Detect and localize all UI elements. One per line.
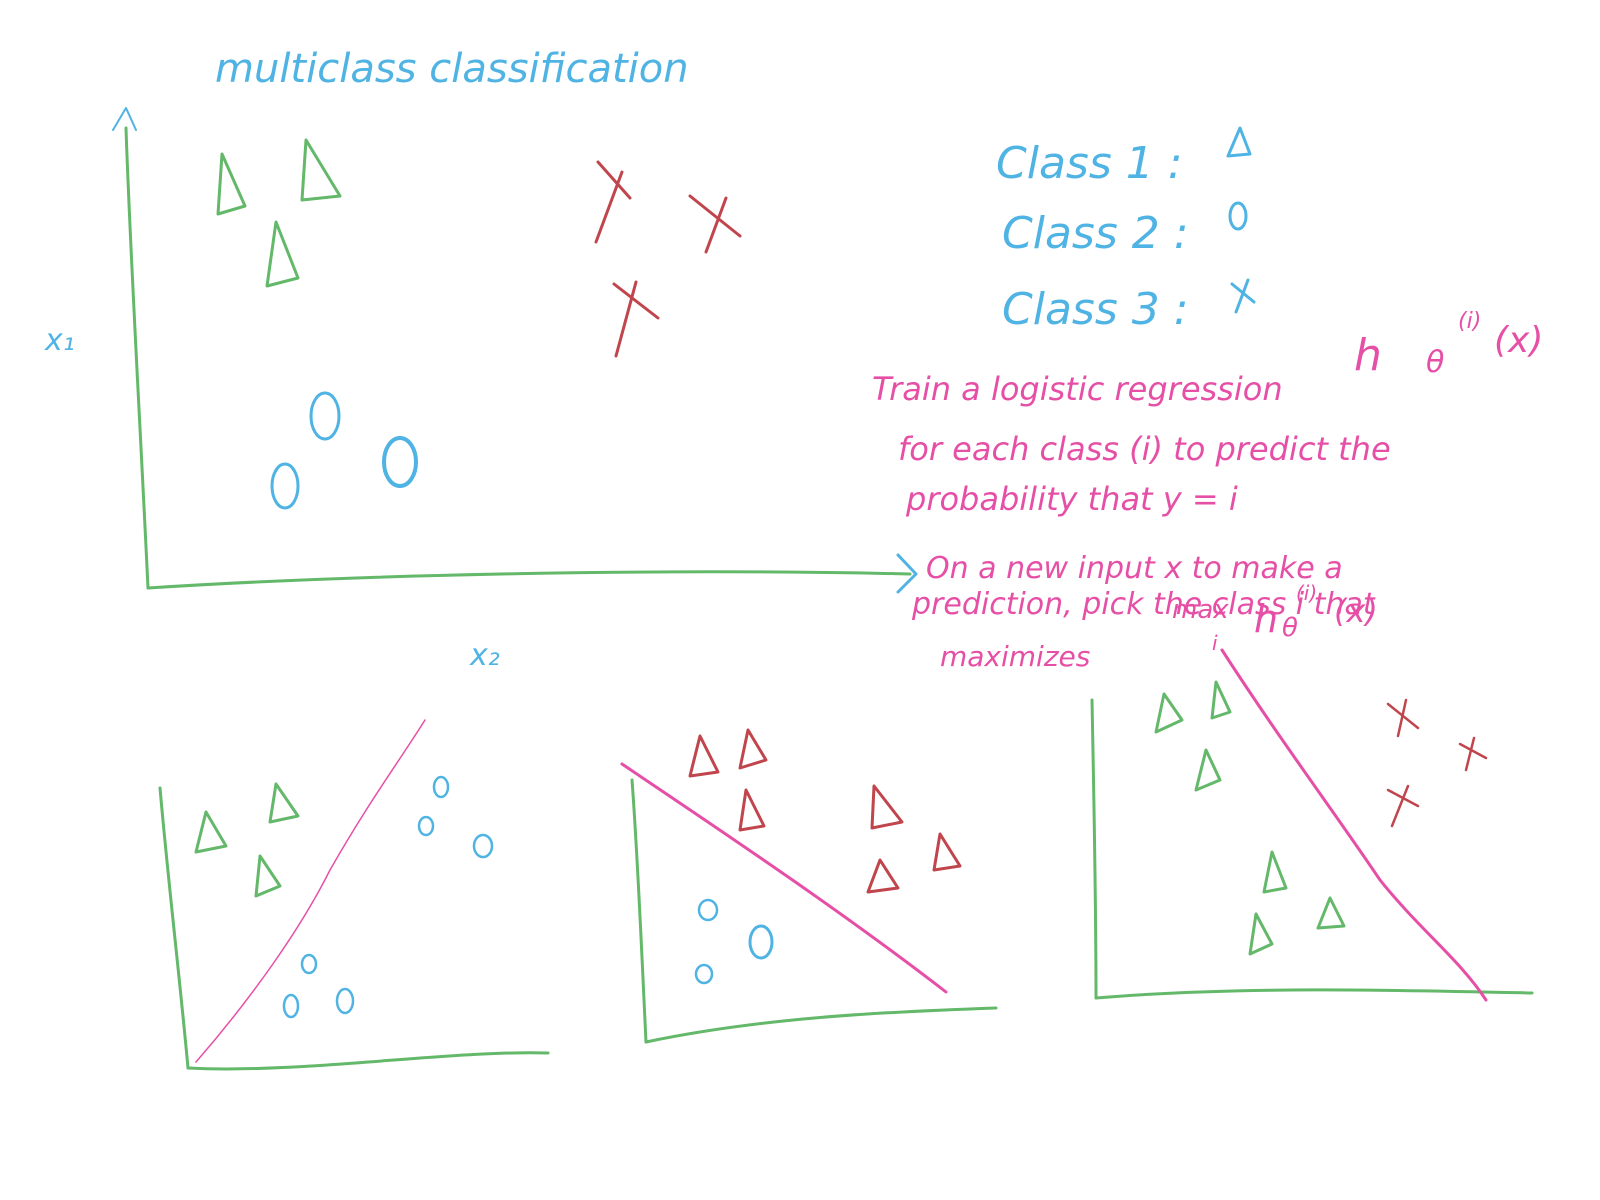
circle-icon bbox=[694, 963, 714, 985]
x-axis bbox=[146, 570, 912, 590]
legend-class-2: Class 2 : bbox=[1002, 208, 1189, 259]
x-axis-label: x₂ bbox=[469, 638, 500, 673]
x-axis bbox=[186, 1051, 550, 1071]
triangle-icon bbox=[932, 832, 962, 872]
circle-icon bbox=[382, 436, 418, 488]
triangle-icon bbox=[1248, 912, 1274, 956]
triangle-icon bbox=[194, 810, 228, 854]
circle-icon bbox=[270, 462, 300, 510]
triangle-icon bbox=[1262, 850, 1288, 894]
triangle-icon bbox=[870, 784, 904, 830]
circle-icon bbox=[300, 953, 318, 975]
hypothesis-theta: θ bbox=[1426, 345, 1444, 380]
subplot-2 bbox=[620, 728, 998, 1044]
cross-icon bbox=[1386, 698, 1420, 738]
cross-icon bbox=[594, 160, 632, 244]
legend-class-1: Class 1 : bbox=[996, 138, 1183, 189]
circle-icon bbox=[748, 924, 774, 960]
note-line-6: maximizes bbox=[940, 640, 1090, 673]
triangle-icon bbox=[265, 220, 300, 288]
hypothesis-h: h bbox=[1354, 330, 1382, 381]
main-plot: x₁ x₂ bbox=[44, 107, 918, 673]
triangle-icon bbox=[738, 728, 768, 770]
y-axis bbox=[630, 778, 648, 1044]
circle-icon bbox=[432, 775, 450, 799]
triangle-icon bbox=[1194, 748, 1222, 792]
triangle-icon bbox=[738, 788, 766, 832]
cross-icon bbox=[1458, 736, 1488, 772]
triangle-icon bbox=[216, 152, 247, 216]
subplot-3 bbox=[1090, 648, 1534, 1002]
x-axis bbox=[1094, 988, 1534, 1000]
hypothesis-superscript: (i) bbox=[1458, 309, 1481, 334]
max-hypothesis-superscript: (i) bbox=[1296, 581, 1317, 605]
x-axis bbox=[644, 1006, 998, 1044]
triangle-icon bbox=[688, 734, 720, 778]
notes: Train a logistic regression h θ (i) (x) … bbox=[872, 309, 1543, 673]
max-subscript: i bbox=[1212, 631, 1218, 655]
circle-icon bbox=[282, 993, 300, 1019]
circle-icon bbox=[417, 815, 435, 837]
circle-icon bbox=[697, 898, 719, 922]
triangle-icon bbox=[254, 854, 282, 898]
max-hypothesis-argument: (x) bbox=[1334, 592, 1378, 630]
legend: Class 1 : Class 2 : Class 3 : bbox=[996, 126, 1256, 335]
legend-class-3: Class 3 : bbox=[1002, 284, 1189, 335]
note-line-3: probability that y = i bbox=[905, 480, 1238, 518]
triangle-icon bbox=[866, 858, 900, 894]
triangle-icon bbox=[1226, 126, 1252, 158]
max-operator: max bbox=[1172, 595, 1229, 625]
note-line-1: Train a logistic regression bbox=[872, 370, 1283, 408]
diagram-title: multiclass classification bbox=[215, 46, 689, 92]
hypothesis-argument: (x) bbox=[1494, 320, 1543, 361]
decision-boundary bbox=[195, 719, 426, 1063]
triangle-icon bbox=[1316, 896, 1346, 930]
triangle-icon bbox=[1154, 692, 1184, 734]
y-axis bbox=[1090, 698, 1098, 1000]
cross-icon bbox=[612, 280, 660, 358]
triangle-icon bbox=[300, 138, 342, 202]
cross-icon bbox=[688, 194, 742, 254]
max-hypothesis-h: h bbox=[1254, 597, 1278, 641]
y-axis bbox=[158, 786, 190, 1070]
circle-icon bbox=[1228, 201, 1248, 231]
whiteboard: multiclass classification x₁ x₂ Class 1 … bbox=[44, 46, 1543, 1071]
subplot-1 bbox=[158, 719, 550, 1071]
circle-icon bbox=[472, 833, 494, 859]
y-axis-arrow-icon bbox=[112, 107, 137, 131]
max-hypothesis-theta: θ bbox=[1282, 613, 1298, 643]
y-axis-label: x₁ bbox=[44, 323, 75, 358]
cross-icon bbox=[1230, 278, 1256, 314]
decision-boundary bbox=[620, 762, 948, 994]
circle-icon bbox=[309, 391, 341, 441]
note-line-2: for each class (i) to predict the bbox=[898, 430, 1391, 468]
y-axis bbox=[124, 126, 150, 590]
cross-icon bbox=[1386, 784, 1420, 828]
triangle-icon bbox=[268, 782, 300, 824]
note-line-4: On a new input x to make a bbox=[926, 551, 1343, 586]
circle-icon bbox=[335, 987, 355, 1015]
triangle-icon bbox=[1210, 680, 1232, 720]
